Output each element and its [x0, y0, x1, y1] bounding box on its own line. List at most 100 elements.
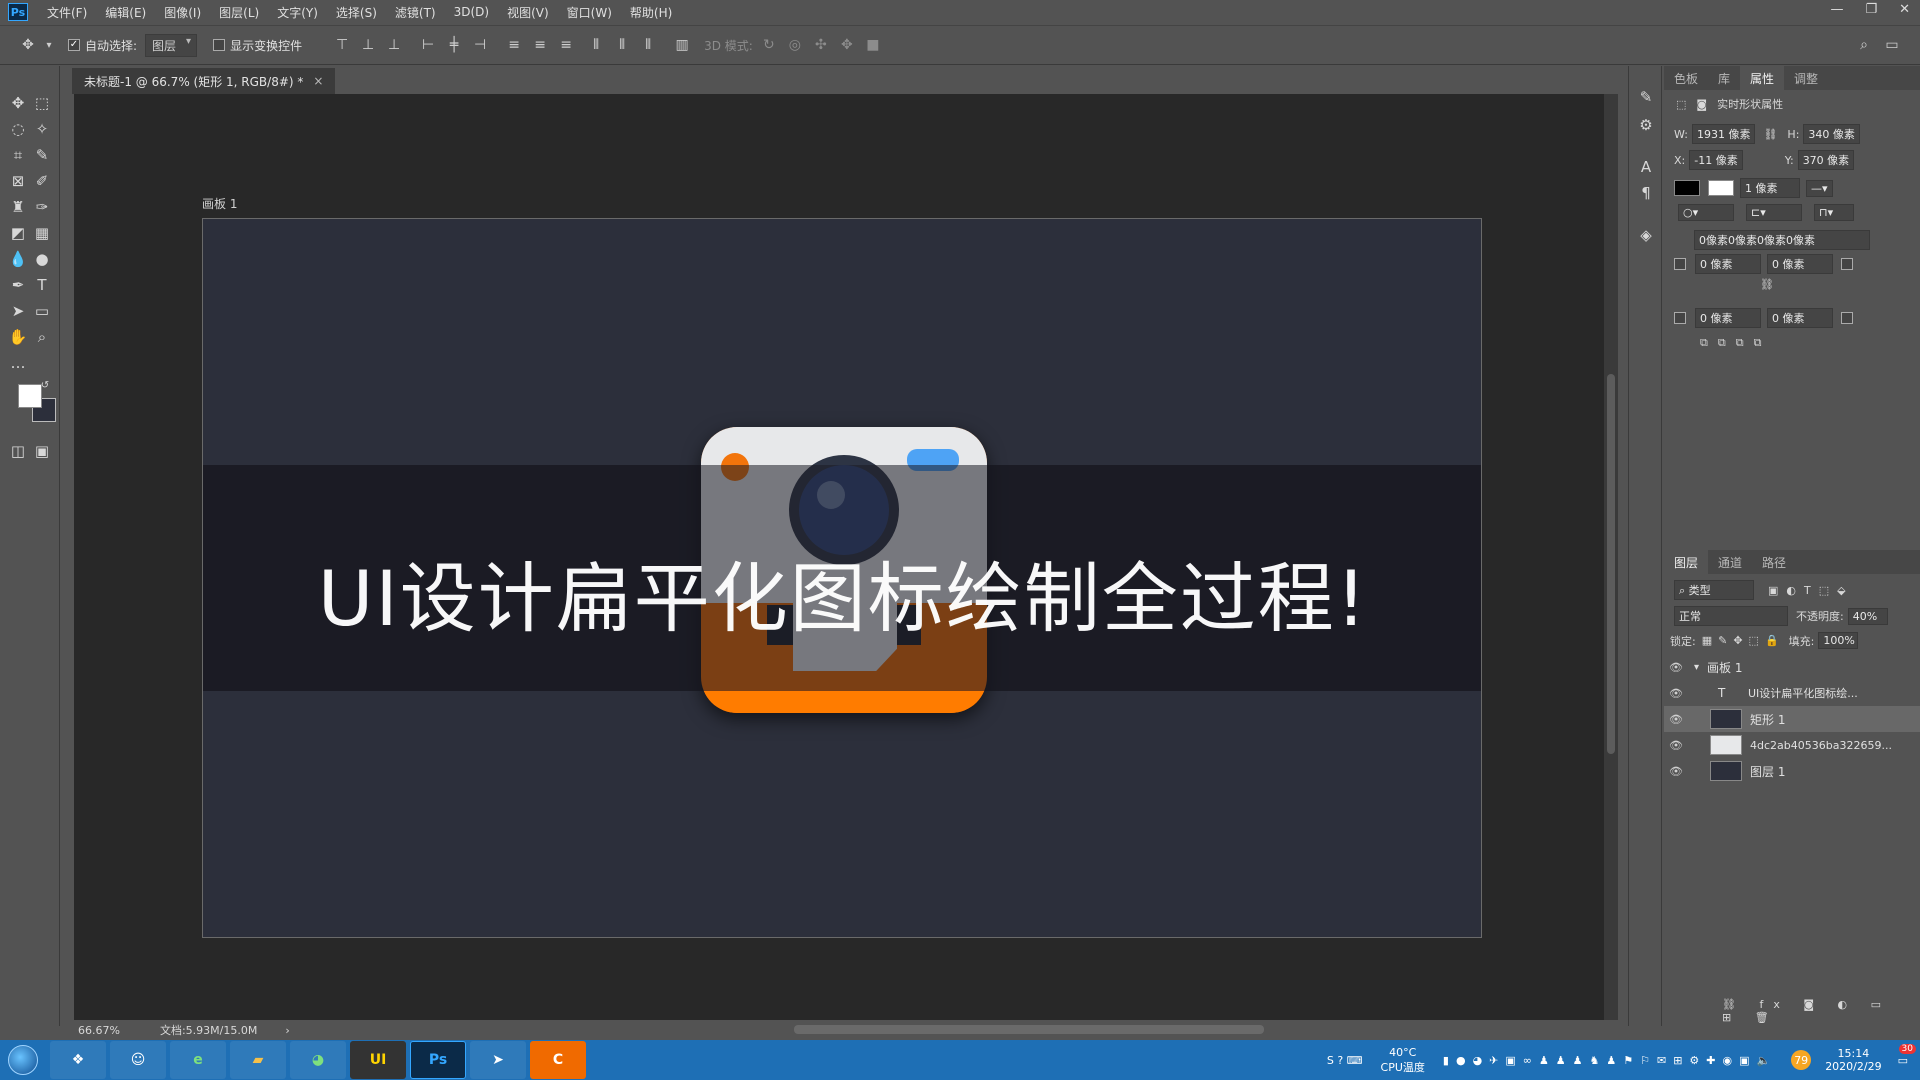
gradient-tool-icon[interactable]: ▦ [30, 222, 54, 244]
menu-help[interactable]: 帮助(H) [621, 4, 681, 21]
tab-libraries[interactable]: 库 [1708, 66, 1740, 90]
hand-tool-icon[interactable]: ✋ [6, 326, 30, 348]
taskbar-app-qq[interactable]: ☺ [110, 1041, 166, 1079]
crop-tool-icon[interactable]: ⌗ [6, 144, 30, 166]
align-hcenter-icon[interactable]: ╪ [444, 35, 464, 55]
menu-edit[interactable]: 编辑(E) [96, 4, 155, 21]
distribute-right-icon[interactable]: ⦀ [638, 35, 658, 55]
auto-align-icon[interactable]: ▥ [672, 35, 692, 55]
history-brush-tool-icon[interactable]: ✑ [30, 196, 54, 218]
fill-swatch[interactable] [1674, 180, 1700, 196]
eyedropper-tool-icon[interactable]: ✎ [30, 144, 54, 166]
3d-roll-icon[interactable]: ◎ [785, 35, 805, 55]
artboard-label[interactable]: 画板 1 [202, 195, 237, 212]
layer-row-image[interactable]: 👁 4dc2ab40536ba322659... [1664, 732, 1920, 758]
foreground-color-swatch[interactable] [18, 384, 42, 408]
status-menu-arrow-icon[interactable]: › [285, 1024, 289, 1037]
restore-icon[interactable]: ❐ [1865, 2, 1877, 17]
corner-tl-field[interactable]: 0 像素 [1695, 254, 1761, 274]
corner-tr-checkbox[interactable] [1841, 258, 1853, 270]
y-field[interactable]: 370 像素 [1797, 150, 1855, 170]
eye-icon[interactable]: 👁 [1664, 687, 1688, 700]
3d-rotate-icon[interactable]: ↻ [759, 35, 779, 55]
eye-icon[interactable]: 👁 [1664, 739, 1688, 752]
tab-swatches[interactable]: 色板 [1664, 66, 1708, 90]
blur-tool-icon[interactable]: 💧 [6, 248, 30, 270]
menu-select[interactable]: 选择(S) [327, 4, 386, 21]
menu-type[interactable]: 文字(Y) [268, 4, 327, 21]
tab-channels[interactable]: 通道 [1708, 550, 1752, 574]
taskbar-app-messenger[interactable]: ➤ [470, 1041, 526, 1079]
corner-bl-checkbox[interactable] [1674, 312, 1686, 324]
screen-mode-icon[interactable]: ▣ [30, 440, 54, 462]
x-field[interactable]: -11 像素 [1689, 150, 1743, 170]
show-transform-checkbox[interactable] [213, 39, 226, 51]
3d-slide-icon[interactable]: ✥ [837, 35, 857, 55]
distribute-vcenter-icon[interactable]: ≡ [530, 35, 550, 55]
tray-icons[interactable]: ▮●◕✈▣∞♟♟♟♞♟⚑⚐✉⊞⚙✚◉▣🔈 [1443, 1054, 1777, 1067]
zoom-level[interactable]: 66.67% [78, 1024, 120, 1037]
blend-mode-dropdown[interactable]: 正常 [1674, 606, 1788, 626]
taskbar-app-recorder[interactable]: C [530, 1041, 586, 1079]
tab-properties[interactable]: 属性 [1740, 66, 1785, 90]
link-dimensions-icon[interactable]: ⛓ [1763, 128, 1777, 141]
dodge-tool-icon[interactable]: ● [30, 248, 54, 270]
layer-row-text[interactable]: 👁 T UI设计扁平化图标绘... [1664, 680, 1920, 706]
lasso-tool-icon[interactable]: ◌ [6, 118, 30, 140]
eye-icon[interactable]: 👁 [1664, 713, 1688, 726]
align-bottom-icon[interactable]: ⊥ [384, 35, 404, 55]
layer-filter-icons[interactable]: ▣◐T⬚⬙ [1768, 584, 1854, 597]
move-tool-icon[interactable]: ✥ [6, 92, 30, 114]
path-select-tool-icon[interactable]: ➤ [6, 300, 30, 322]
cpu-temp-widget[interactable]: 40°C CPU温度 [1381, 1046, 1425, 1075]
zoom-tool-icon[interactable]: ⌕ [30, 326, 54, 348]
3d-pan-icon[interactable]: ✣ [811, 35, 831, 55]
menu-file[interactable]: 文件(F) [38, 4, 96, 21]
3d-scale-icon[interactable]: ■ [863, 35, 883, 55]
stroke-align-dropdown[interactable]: ○▾ [1678, 204, 1734, 221]
move-tool-icon[interactable]: ✥ [18, 35, 38, 55]
taskbar-app-colorful[interactable]: ❖ [50, 1041, 106, 1079]
headline-text[interactable]: UI设计扁平化图标绘制全过程! [203, 537, 1481, 647]
marquee-tool-icon[interactable]: ⬚ [30, 92, 54, 114]
chevron-down-icon[interactable]: ▾ [1694, 662, 1699, 673]
align-right-icon[interactable]: ⊣ [470, 35, 490, 55]
menu-layer[interactable]: 图层(L) [210, 4, 268, 21]
vertical-scrollbar[interactable] [1604, 94, 1618, 1020]
search-icon[interactable]: ⌕ [1854, 35, 1874, 55]
start-button[interactable] [0, 1040, 46, 1080]
corner-tl-checkbox[interactable] [1674, 258, 1686, 270]
vertical-scroll-thumb[interactable] [1607, 374, 1615, 754]
path-exclude-icon[interactable]: ⧉ [1754, 336, 1762, 350]
distribute-left-icon[interactable]: ⦀ [586, 35, 606, 55]
eraser-tool-icon[interactable]: ◩ [6, 222, 30, 244]
path-intersect-icon[interactable]: ⧉ [1736, 336, 1744, 350]
eye-icon[interactable]: 👁 [1664, 661, 1688, 674]
corner-br-checkbox[interactable] [1841, 312, 1853, 324]
align-top-icon[interactable]: ⊤ [332, 35, 352, 55]
tab-layers[interactable]: 图层 [1664, 550, 1709, 574]
lock-icons[interactable]: ▦✎✥⬚🔒 [1702, 634, 1785, 647]
type-tool-icon[interactable]: T [30, 274, 54, 296]
auto-select-checkbox[interactable]: ✓ [68, 39, 80, 51]
layer-row-shape[interactable]: 👁 矩形 1 [1664, 706, 1920, 732]
menu-image[interactable]: 图像(I) [155, 4, 210, 21]
stroke-swatch[interactable] [1708, 180, 1734, 196]
paragraph-icon[interactable]: ¶ [1634, 182, 1658, 204]
document-tab[interactable]: 未标题-1 @ 66.7% (矩形 1, RGB/8#) * × [72, 68, 336, 94]
menu-window[interactable]: 窗口(W) [558, 4, 621, 21]
menu-3d[interactable]: 3D(D) [445, 5, 498, 19]
notification-icon[interactable]: ▭ 30 [1898, 1043, 1916, 1067]
corner-radius-all-field[interactable]: 0像素0像素0像素0像素 [1694, 230, 1870, 250]
distribute-bottom-icon[interactable]: ≡ [556, 35, 576, 55]
auto-select-dropdown[interactable]: 图层 [145, 33, 198, 57]
stroke-join-dropdown[interactable]: ⊓▾ [1814, 204, 1854, 221]
corner-bl-field[interactable]: 0 像素 [1695, 308, 1761, 328]
workspace-icon[interactable]: ▭ [1882, 35, 1902, 55]
layer-filter-dropdown[interactable]: ⌕ 类型 [1674, 580, 1754, 600]
layer-row-artboard[interactable]: 👁 ▾ 画板 1 [1664, 654, 1920, 680]
fill-field[interactable]: 100% [1818, 632, 1859, 649]
ime-icon[interactable]: S ? ⌨ [1327, 1054, 1363, 1067]
width-field[interactable]: 1931 像素 [1691, 124, 1756, 144]
stroke-width-field[interactable]: 1 像素 [1740, 178, 1800, 198]
